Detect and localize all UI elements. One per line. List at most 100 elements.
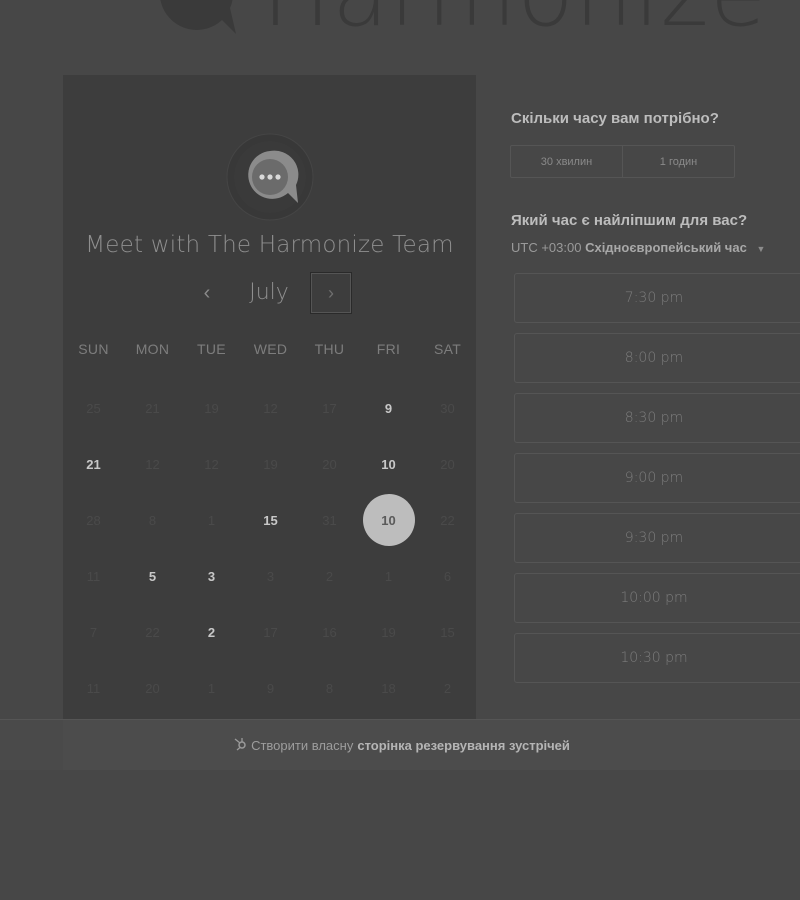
calendar-day-available[interactable]: 10 xyxy=(359,436,418,492)
day-number: 12 xyxy=(204,456,219,472)
day-number: 22 xyxy=(440,512,455,528)
footer-bar: Створити власну сторінка резервування зу… xyxy=(0,719,800,770)
day-number: 2 xyxy=(325,568,334,584)
brand-name: Harmonize xyxy=(262,0,767,47)
time-slot[interactable]: 7:30 pm xyxy=(514,273,800,323)
calendar-day: 30 xyxy=(418,380,476,436)
day-number: 30 xyxy=(440,400,455,416)
calendar-day-available[interactable]: 15 xyxy=(241,492,300,548)
weekday-label: FRI xyxy=(376,341,401,357)
calendar-week: 21 12 12 19 20 10 20 xyxy=(64,436,476,492)
day-number: 12 xyxy=(263,400,278,416)
calendar-day: 20 xyxy=(418,436,476,492)
day-number: 20 xyxy=(322,456,337,472)
duration-option-30min[interactable]: 30 хвилин xyxy=(511,146,622,177)
calendar-day: 16 xyxy=(300,604,359,660)
calendar-day-available[interactable]: 5 xyxy=(123,548,182,604)
timezone-name: Східноєвропейський час xyxy=(585,240,747,255)
prev-month-button[interactable]: ‹ xyxy=(195,281,219,305)
calendar-day: 20 xyxy=(300,436,359,492)
weekday-header: SUN MON TUE WED THU FRI SAT xyxy=(64,341,476,357)
calendar-day-available[interactable]: 21 xyxy=(64,436,123,492)
duration-selector: 30 хвилин 1 годин xyxy=(510,145,735,178)
calendar-day: 19 xyxy=(359,604,418,660)
time-question: Який час є найліпшим для вас? xyxy=(511,212,748,229)
calendar-day-selected[interactable]: 10 xyxy=(359,492,418,548)
calendar-day: 21 xyxy=(123,380,182,436)
day-number: 2 xyxy=(443,680,452,696)
calendar-day: 2 xyxy=(300,548,359,604)
time-slot[interactable]: 8:00 pm xyxy=(514,333,800,383)
calendar-day: 1 xyxy=(182,660,241,716)
day-number: 20 xyxy=(440,456,455,472)
day-number: 28 xyxy=(86,512,101,528)
day-number: 2 xyxy=(207,624,216,640)
calendar-day: 8 xyxy=(300,660,359,716)
day-number: 21 xyxy=(145,400,160,416)
calendar-day: 12 xyxy=(123,436,182,492)
calendar-day: 25 xyxy=(64,380,123,436)
time-slot[interactable]: 9:30 pm xyxy=(514,513,800,563)
day-number: 1 xyxy=(384,568,393,584)
day-number: 19 xyxy=(204,400,219,416)
weekday-label: MON xyxy=(135,341,170,357)
day-number: 9 xyxy=(384,400,393,416)
calendar-day: 11 xyxy=(64,660,123,716)
day-number: 18 xyxy=(381,680,396,696)
day-number: 19 xyxy=(263,456,278,472)
calendar-day: 19 xyxy=(241,436,300,492)
calendar-day: 2 xyxy=(418,660,476,716)
day-number: 22 xyxy=(145,624,160,640)
duration-option-1hour[interactable]: 1 годин xyxy=(622,146,734,177)
day-number: 5 xyxy=(148,568,157,584)
harmonize-logo-icon xyxy=(150,0,240,38)
brand-header: Harmonize xyxy=(150,0,767,48)
calendar-day-available[interactable]: 2 xyxy=(182,604,241,660)
time-slot[interactable]: 10:00 pm xyxy=(514,573,800,623)
calendar-day: 17 xyxy=(241,604,300,660)
calendar-day: 20 xyxy=(123,660,182,716)
day-number: 17 xyxy=(263,624,278,640)
day-number: 3 xyxy=(207,568,216,584)
next-month-button[interactable]: › xyxy=(310,272,352,314)
calendar-panel: Meet with The Harmonize Team ‹ July › SU… xyxy=(63,75,476,720)
create-booking-page-link[interactable]: сторінка резервування зустрічей xyxy=(357,738,570,753)
calendar-day: 1 xyxy=(182,492,241,548)
calendar-day: 22 xyxy=(123,604,182,660)
time-slot[interactable]: 10:30 pm xyxy=(514,633,800,683)
month-navigation: ‹ July › xyxy=(63,272,476,316)
day-number: 12 xyxy=(145,456,160,472)
calendar-day: 12 xyxy=(182,436,241,492)
footer-content: Створити власну сторінка резервування зу… xyxy=(63,720,800,770)
month-label: July xyxy=(249,280,289,305)
calendar-grid: 25 21 19 12 17 9 30 21 12 12 19 20 10 20 28 8 1 15 31 10 22 1… xyxy=(64,380,476,716)
time-slot[interactable]: 9:00 pm xyxy=(514,453,800,503)
calendar-week: 11 5 3 3 2 1 6 xyxy=(64,548,476,604)
footer-prefix: Створити власну xyxy=(251,737,354,753)
day-number: 11 xyxy=(86,680,101,696)
day-number: 25 xyxy=(86,400,101,416)
team-avatar xyxy=(226,133,314,221)
booking-page: Harmonize Meet with The Harmonize Team ‹… xyxy=(0,0,800,900)
day-number: 6 xyxy=(443,568,452,584)
calendar-day: 1 xyxy=(359,548,418,604)
day-number: 21 xyxy=(86,456,101,472)
calendar-day: 3 xyxy=(241,548,300,604)
weekday-label: WED xyxy=(253,341,288,357)
time-slot-list: 7:30 pm 8:00 pm 8:30 pm 9:00 pm 9:30 pm … xyxy=(514,273,800,685)
day-number: 16 xyxy=(322,624,337,640)
time-slot[interactable]: 8:30 pm xyxy=(514,393,800,443)
day-number: 9 xyxy=(266,680,275,696)
chat-logo-icon xyxy=(226,133,314,221)
calendar-day: 22 xyxy=(418,492,476,548)
calendar-day-available[interactable]: 3 xyxy=(182,548,241,604)
calendar-day: 19 xyxy=(182,380,241,436)
calendar-day: 17 xyxy=(300,380,359,436)
day-number: 17 xyxy=(322,400,337,416)
calendar-day: 18 xyxy=(359,660,418,716)
calendar-day-available[interactable]: 9 xyxy=(359,380,418,436)
timezone-selector[interactable]: UTC +03:00 Східноєвропейський час ▼ xyxy=(511,240,765,255)
timezone-offset: UTC +03:00 xyxy=(511,240,582,255)
weekday-label: TUE xyxy=(197,341,226,357)
weekday-label: SAT xyxy=(433,341,462,357)
